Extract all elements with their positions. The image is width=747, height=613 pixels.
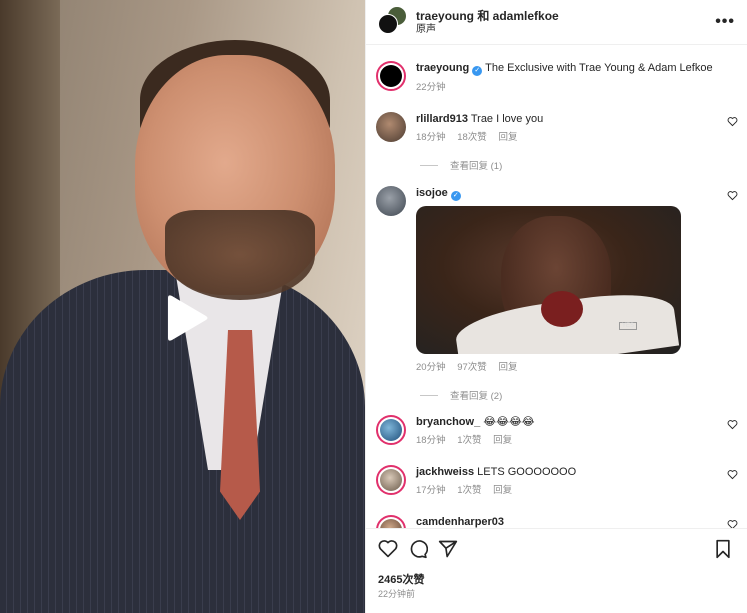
comment-text: 😂😂😂😂 <box>483 416 535 428</box>
comment-body: rlillard913 Trae I love you 18分钟 18次赞 回复 <box>416 112 738 145</box>
comment-time[interactable]: 20分钟 <box>416 362 446 373</box>
comment-username[interactable]: jackhweiss <box>416 466 474 478</box>
caption-text: traeyoung ✓ The Exclusive with Trae Youn… <box>416 61 738 95</box>
caption-body: The Exclusive with Trae Young & Adam Lef… <box>485 62 713 74</box>
gif-mouth <box>541 291 583 327</box>
comment-likes[interactable]: 1次赞 <box>457 435 481 446</box>
reply-button[interactable]: 回复 <box>498 132 517 143</box>
reply-button[interactable]: 回复 <box>493 485 512 496</box>
comment-username[interactable]: bryanchow_ <box>416 416 480 428</box>
comment-gif[interactable]: YES <box>416 206 681 354</box>
comment-meta-row: 20分钟 97次赞 回复 <box>376 361 738 375</box>
post-time[interactable]: 22分钟前 <box>378 587 415 600</box>
view-replies-label: 查看回复 (2) <box>450 391 503 402</box>
comment-time[interactable]: 18分钟 <box>416 435 446 446</box>
avatar[interactable] <box>376 112 406 142</box>
caption-meta: 22分钟 <box>416 81 738 95</box>
comment-time[interactable]: 17分钟 <box>416 485 446 496</box>
view-replies-label: 查看回复 (1) <box>450 161 503 172</box>
view-replies-button[interactable]: 查看回复 (1) <box>420 158 502 172</box>
post-modal: traeyoung 和 adamlefkoe 原声 ••• traeyoung … <box>0 0 747 613</box>
share-icon[interactable] <box>438 539 458 559</box>
heart-icon[interactable] <box>727 190 738 201</box>
comment-username[interactable]: rlillard913 <box>416 113 468 125</box>
avatar[interactable] <box>376 465 406 495</box>
video-subject-beard <box>165 210 315 300</box>
heart-icon[interactable] <box>727 469 738 480</box>
heart-icon[interactable] <box>378 539 398 558</box>
comment-body: jackhweiss LETS GOOOOOOO 17分钟 1次赞 回复 <box>416 465 738 498</box>
heart-icon[interactable] <box>727 419 738 430</box>
like-count[interactable]: 2465次赞 <box>378 571 424 587</box>
avatar[interactable] <box>376 61 406 91</box>
comment-likes[interactable]: 97次赞 <box>457 362 487 373</box>
reply-button[interactable]: 回复 <box>493 435 512 446</box>
comment-meta: 17分钟 1次赞 回复 <box>416 484 738 498</box>
comment-time[interactable]: 18分钟 <box>416 132 446 143</box>
comment-meta: 20分钟 97次赞 回复 <box>416 361 738 375</box>
action-icons <box>378 539 732 559</box>
view-replies-button[interactable]: 查看回复 (2) <box>420 388 502 402</box>
caption-username[interactable]: traeyoung <box>416 62 469 74</box>
comment-meta: 18分钟 1次赞 回复 <box>416 434 738 448</box>
comment-username[interactable]: camdenharper03 <box>416 516 504 528</box>
comment-row: rlillard913 Trae I love you 18分钟 18次赞 回复 <box>376 112 738 145</box>
video-player[interactable] <box>0 0 365 613</box>
comment-username[interactable]: isojoe <box>416 187 448 199</box>
comment-icon[interactable] <box>408 539 428 559</box>
caption-row: traeyoung ✓ The Exclusive with Trae Youn… <box>376 61 738 95</box>
avatar <box>378 14 398 34</box>
avatar[interactable] <box>376 415 406 445</box>
comment-likes[interactable]: 1次赞 <box>457 485 481 496</box>
comments-panel: traeyoung 和 adamlefkoe 原声 ••• traeyoung … <box>365 0 747 613</box>
verified-icon: ✓ <box>450 191 461 201</box>
avatar[interactable] <box>376 186 406 216</box>
header-text: traeyoung 和 adamlefkoe 原声 <box>416 9 559 36</box>
bookmark-icon[interactable] <box>714 539 732 559</box>
post-header: traeyoung 和 adamlefkoe 原声 ••• <box>366 0 747 45</box>
heart-icon[interactable] <box>727 519 738 528</box>
heart-icon[interactable] <box>727 116 738 127</box>
avatar-stack[interactable] <box>378 6 410 38</box>
comment-likes[interactable]: 18次赞 <box>457 132 487 143</box>
comment-body: camdenharper03 <box>416 515 738 528</box>
divider <box>420 394 438 396</box>
audio-label[interactable]: 原声 <box>416 23 559 36</box>
comment-text: LETS GOOOOOOO <box>477 466 577 478</box>
header-title[interactable]: traeyoung 和 adamlefkoe <box>416 9 559 23</box>
divider <box>420 164 438 166</box>
comment-row: bryanchow_ 😂😂😂😂 18分钟 1次赞 回复 <box>376 415 738 448</box>
comments-list[interactable]: traeyoung ✓ The Exclusive with Trae Youn… <box>366 45 747 528</box>
play-icon[interactable] <box>160 292 210 344</box>
comment-row: camdenharper03 <box>376 515 738 528</box>
comment-row: jackhweiss LETS GOOOOOOO 17分钟 1次赞 回复 <box>376 465 738 498</box>
more-horizontal-icon[interactable]: ••• <box>715 13 735 31</box>
comment-body: bryanchow_ 😂😂😂😂 18分钟 1次赞 回复 <box>416 415 738 448</box>
comment-meta: 18分钟 18次赞 回复 <box>416 131 738 145</box>
reply-button[interactable]: 回复 <box>498 362 517 373</box>
verified-icon: ✓ <box>472 66 483 76</box>
gif-network-logo: YES <box>618 322 637 330</box>
post-actions: 2465次赞 22分钟前 <box>366 528 747 613</box>
caption-time[interactable]: 22分钟 <box>416 82 446 93</box>
comment-text: Trae I love you <box>470 113 544 125</box>
avatar[interactable] <box>376 515 406 528</box>
